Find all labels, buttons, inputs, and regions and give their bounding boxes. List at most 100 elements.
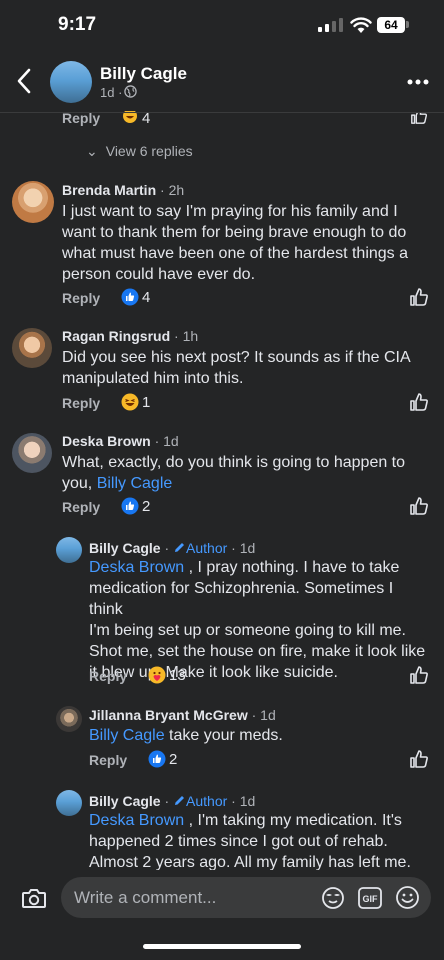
reply-button[interactable]: Reply (62, 395, 100, 411)
reply-button[interactable]: Reply (89, 752, 127, 768)
post-age: 1d · (100, 85, 123, 100)
comment-text-fragment: , I'm taking my medication. It's (184, 812, 402, 829)
svg-text:GIF: GIF (363, 894, 379, 904)
comment-line: it blew up. Make it look like suicide. (89, 664, 338, 681)
comment-age: · 1d (150, 433, 179, 449)
reply-button[interactable]: Reply (62, 499, 100, 515)
avatar[interactable] (56, 790, 82, 816)
name-text[interactable]: Ragan Ringsrud (62, 328, 170, 344)
thumbs-up-icon[interactable] (409, 749, 429, 769)
more-dots-icon[interactable] (407, 79, 429, 85)
status-time: 9:17 (58, 14, 97, 35)
reply-button[interactable]: Reply (89, 668, 127, 684)
comment-line: you, Billy Cagle (62, 473, 422, 494)
care-reaction-icon (148, 666, 166, 684)
battery-tip (406, 21, 409, 28)
comment-line: Deska Brown , I'm taking my medication. … (89, 810, 429, 831)
meta-sep: · (160, 540, 174, 556)
reaction-count: 13 (169, 667, 186, 684)
comment-input-placeholder: Write a comment... (74, 888, 217, 907)
comment-text-fragment: you, (62, 475, 97, 492)
cell-signal-icon (318, 18, 343, 32)
mention-link[interactable]: Deska Brown (89, 559, 184, 576)
comment-line: person could have ever do. (62, 266, 256, 283)
like-reaction-icon (121, 497, 139, 515)
comment-text: I just want to say I'm praying for his f… (62, 201, 422, 285)
comment-text-fragment: take your meds. (164, 727, 283, 744)
post-author-avatar[interactable] (50, 61, 92, 103)
comment-text: Billy Cagle take your meds. (89, 725, 429, 746)
home-indicator (143, 944, 301, 949)
header-divider (0, 112, 444, 113)
thumbs-up-icon[interactable] (410, 112, 428, 124)
reaction-count: 2 (142, 498, 151, 515)
mention-link[interactable]: Billy Cagle (89, 727, 165, 744)
author-badge: Author (186, 793, 228, 809)
name-text[interactable]: Brenda Martin (62, 182, 156, 198)
comment-line: Deska Brown , I pray nothing. I have to … (89, 557, 429, 578)
comment-age: · 2h (156, 182, 185, 198)
name-text[interactable]: Billy Cagle (89, 793, 161, 809)
commenter-name[interactable]: Jillanna Bryant McGrew · 1d (89, 707, 276, 723)
comment-age: · 1d (227, 540, 256, 556)
author-badge: Author (186, 540, 228, 556)
like-reaction-icon (121, 288, 139, 306)
comment-age: · 1d (227, 793, 256, 809)
reaction-count: 2 (169, 751, 178, 768)
comment-line: Shot me, set the house on fire, make it … (89, 643, 426, 660)
commenter-name[interactable]: Billy Cagle · Author · 1d (89, 793, 255, 809)
avatar[interactable] (12, 328, 52, 368)
commenter-name[interactable]: Deska Brown · 1d (62, 433, 179, 449)
comment-text: Deska Brown , I pray nothing. I have to … (89, 557, 429, 683)
comment-line: Billy Cagle take your meds. (89, 725, 429, 746)
chevron-left-icon[interactable] (14, 66, 36, 96)
commenter-name[interactable]: Ragan Ringsrud · 1h (62, 328, 198, 344)
comment-text: Deska Brown , I'm taking my medication. … (89, 810, 429, 873)
sticker-icon[interactable] (321, 886, 345, 910)
thumbs-up-icon[interactable] (409, 287, 429, 307)
mention-link[interactable]: Billy Cagle (97, 475, 173, 492)
thumbs-up-icon[interactable] (409, 392, 429, 412)
commenter-name[interactable]: Brenda Martin · 2h (62, 182, 184, 198)
reaction-count: 1 (142, 394, 151, 411)
battery-indicator: 64 (377, 17, 405, 33)
comment-text: Did you see his next post? It sounds as … (62, 347, 422, 389)
emoji-icon[interactable] (395, 885, 420, 910)
view-replies-label: View 6 replies (105, 143, 193, 159)
avatar[interactable] (12, 433, 52, 473)
comment-line: What, exactly, do you think is going to … (62, 454, 406, 471)
commenter-name[interactable]: Billy Cagle · Author · 1d (89, 540, 255, 556)
haha-reaction-icon (122, 111, 138, 125)
post-author-name[interactable]: Billy Cagle (100, 64, 187, 84)
camera-icon[interactable] (21, 886, 47, 910)
avatar[interactable] (56, 537, 82, 563)
chevron-down-icon: ⌄ (86, 143, 98, 159)
reply-button[interactable]: Reply (62, 290, 100, 306)
comment-line: what must have been one of the hardest t… (62, 245, 409, 262)
comment-age: · 1d (247, 707, 276, 723)
comment-age: · 1h (170, 328, 199, 344)
wifi-icon (350, 17, 372, 33)
comment-text-fragment: , I pray nothing. I have to take (184, 559, 400, 576)
like-reaction-icon (148, 750, 166, 768)
gif-icon[interactable]: GIF (357, 886, 383, 910)
reaction-count: 4 (142, 289, 151, 306)
name-text[interactable]: Billy Cagle (89, 540, 161, 556)
comment-line: Did you see his next post? It sounds as … (62, 349, 411, 366)
haha-reaction-icon (121, 393, 139, 411)
comment-line: medication for Schizophrenia. Sometimes … (89, 580, 394, 618)
globe-icon (124, 85, 137, 98)
pencil-icon (175, 796, 185, 805)
mention-link[interactable]: Deska Brown (89, 812, 184, 829)
comment-line: want to thank them for being brave enoug… (62, 224, 407, 241)
comment-text: What, exactly, do you think is going to … (62, 452, 422, 494)
thumbs-up-icon[interactable] (409, 496, 429, 516)
comment-line: happened 2 times since I got out of reha… (89, 833, 388, 850)
avatar[interactable] (56, 706, 82, 732)
name-text[interactable]: Deska Brown (62, 433, 151, 449)
name-text[interactable]: Jillanna Bryant McGrew (89, 707, 248, 723)
view-replies-button[interactable]: ⌄ View 6 replies (86, 143, 193, 160)
avatar[interactable] (12, 181, 54, 223)
thumbs-up-icon[interactable] (409, 665, 429, 685)
pencil-icon (175, 543, 185, 552)
